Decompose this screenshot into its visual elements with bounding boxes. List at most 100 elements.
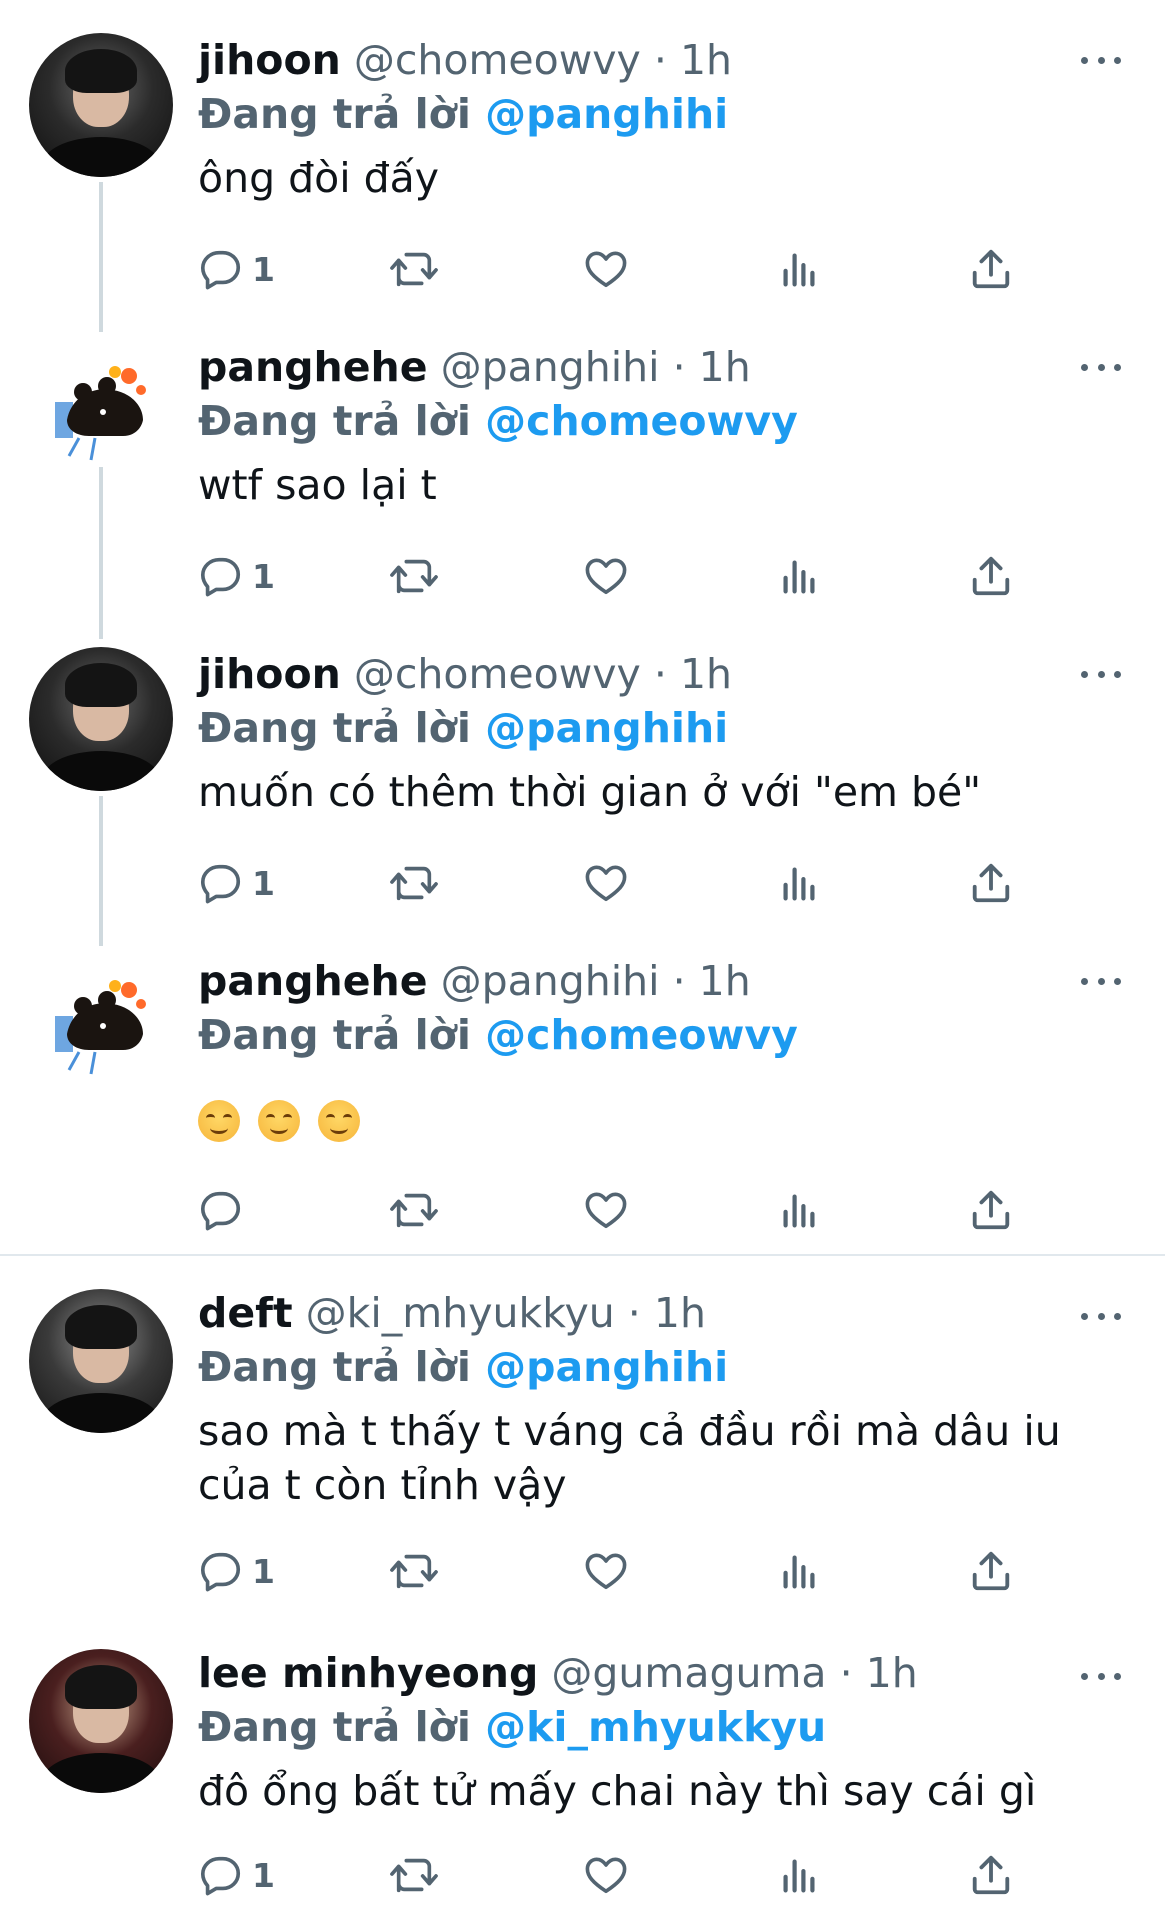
- views-button[interactable]: [776, 551, 822, 601]
- separator-dot: ·: [627, 1289, 641, 1337]
- tweet-header: panghehe @panghihi · 1h: [198, 340, 1135, 394]
- more-options-icon[interactable]: [1081, 971, 1121, 991]
- display-name[interactable]: panghehe: [198, 957, 428, 1005]
- display-name[interactable]: deft: [198, 1289, 293, 1337]
- tweet-emojis: [198, 1100, 1135, 1142]
- retweet-icon: [390, 1193, 438, 1228]
- retweet-button[interactable]: [388, 1850, 440, 1900]
- more-options-icon[interactable]: [1081, 50, 1121, 70]
- action-bar: 1: [198, 244, 1058, 294]
- action-bar: 1: [198, 551, 1058, 601]
- user-handle[interactable]: @ki_mhyukkyu: [306, 1289, 615, 1337]
- smiling-face-icon: [198, 1100, 240, 1142]
- views-button[interactable]: [776, 1850, 822, 1900]
- like-button[interactable]: [583, 244, 629, 294]
- reply-count: 1: [252, 1551, 275, 1591]
- reply-count: 1: [252, 249, 275, 289]
- avatar[interactable]: [29, 33, 173, 177]
- like-button[interactable]: [583, 1546, 629, 1596]
- share-icon: [972, 556, 1010, 596]
- retweet-button[interactable]: [388, 1185, 440, 1235]
- tweet-text: đô ổng bất tử mấy chai này thì say cái g…: [198, 1767, 1037, 1815]
- comment-icon: [200, 1856, 241, 1896]
- replying-to-mention[interactable]: @panghihi: [485, 704, 728, 752]
- reply-button[interactable]: 1: [198, 244, 275, 294]
- reply-tweet[interactable]: lee minhyeong @gumaguma · 1h Đang trả lờ…: [0, 1616, 1165, 1920]
- user-handle[interactable]: @chomeowvy: [354, 36, 641, 84]
- timestamp[interactable]: 1h: [699, 957, 751, 1005]
- share-button[interactable]: [968, 1546, 1014, 1596]
- reply-button[interactable]: 1: [198, 1850, 275, 1900]
- share-button[interactable]: [968, 551, 1014, 601]
- like-button[interactable]: [583, 1850, 629, 1900]
- like-button[interactable]: [583, 858, 629, 908]
- avatar[interactable]: [29, 1289, 173, 1433]
- bear-sticker-icon: [55, 366, 146, 461]
- retweet-button[interactable]: [388, 858, 440, 908]
- display-name[interactable]: lee minhyeong: [198, 1649, 538, 1697]
- reply-count: 1: [252, 1855, 275, 1895]
- share-button[interactable]: [968, 1850, 1014, 1900]
- more-options-icon[interactable]: [1081, 1306, 1121, 1326]
- reply-tweet[interactable]: jihoon @chomeowvy · 1h Đang trả lời @pan…: [0, 0, 1165, 332]
- display-name[interactable]: jihoon: [198, 36, 341, 84]
- avatar[interactable]: [29, 1649, 173, 1793]
- timestamp[interactable]: 1h: [680, 36, 732, 84]
- comment-icon: [200, 557, 241, 597]
- display-name[interactable]: panghehe: [198, 343, 428, 391]
- reply-button[interactable]: 1: [198, 551, 275, 601]
- like-button[interactable]: [583, 551, 629, 601]
- avatar[interactable]: [29, 340, 173, 484]
- heart-icon: [585, 1553, 627, 1590]
- replying-to-label: Đang trả lời @chomeowvy: [198, 1008, 1135, 1062]
- replying-to-label: Đang trả lời @chomeowvy: [198, 394, 1135, 448]
- reply-tweet[interactable]: panghehe @panghihi · 1h Đang trả lời @ch…: [0, 307, 1165, 639]
- separator-dot: ·: [839, 1649, 853, 1697]
- replying-to-mention[interactable]: @chomeowvy: [485, 1011, 798, 1059]
- timestamp[interactable]: 1h: [654, 1289, 706, 1337]
- smiling-face-icon: [318, 1100, 360, 1142]
- display-name[interactable]: jihoon: [198, 650, 341, 698]
- user-handle[interactable]: @panghihi: [441, 343, 660, 391]
- reply-tweet[interactable]: deft @ki_mhyukkyu · 1h Đang trả lời @pan…: [0, 1256, 1165, 1616]
- retweet-button[interactable]: [388, 1546, 440, 1596]
- analytics-icon: [783, 1555, 815, 1589]
- reply-button[interactable]: 1: [198, 858, 275, 908]
- action-bar: 1: [198, 858, 1058, 908]
- reply-tweet[interactable]: panghehe @panghihi · 1h Đang trả lời @ch…: [0, 921, 1165, 1254]
- timestamp[interactable]: 1h: [680, 650, 732, 698]
- user-handle[interactable]: @chomeowvy: [354, 650, 641, 698]
- heart-icon: [585, 558, 627, 595]
- tweet-header: jihoon @chomeowvy · 1h: [198, 647, 1135, 701]
- retweet-button[interactable]: [388, 244, 440, 294]
- more-options-icon[interactable]: [1081, 664, 1121, 684]
- retweet-button[interactable]: [388, 551, 440, 601]
- reply-button[interactable]: [198, 1185, 252, 1235]
- replying-prefix: Đang trả lời: [198, 397, 471, 445]
- like-button[interactable]: [583, 1185, 629, 1235]
- share-button[interactable]: [968, 858, 1014, 908]
- timestamp[interactable]: 1h: [866, 1649, 918, 1697]
- replying-to-mention[interactable]: @chomeowvy: [485, 397, 798, 445]
- views-button[interactable]: [776, 1546, 822, 1596]
- more-options-icon[interactable]: [1081, 1666, 1121, 1686]
- replying-to-mention[interactable]: @panghihi: [485, 90, 728, 138]
- share-button[interactable]: [968, 1185, 1014, 1235]
- user-handle[interactable]: @panghihi: [441, 957, 660, 1005]
- more-options-icon[interactable]: [1081, 357, 1121, 377]
- separator-dot: ·: [672, 343, 686, 391]
- avatar[interactable]: [29, 647, 173, 791]
- timestamp[interactable]: 1h: [699, 343, 751, 391]
- replying-to-mention[interactable]: @panghihi: [485, 1343, 728, 1391]
- share-icon: [972, 1855, 1010, 1895]
- tweet-text: sao mà t thấy t váng cả đầu rồi mà dâu i…: [198, 1404, 1135, 1512]
- views-button[interactable]: [776, 858, 822, 908]
- avatar[interactable]: [29, 954, 173, 1098]
- reply-button[interactable]: 1: [198, 1546, 275, 1596]
- views-button[interactable]: [776, 244, 822, 294]
- replying-to-mention[interactable]: @ki_mhyukkyu: [485, 1703, 826, 1751]
- user-handle[interactable]: @gumaguma: [551, 1649, 826, 1697]
- share-button[interactable]: [968, 244, 1014, 294]
- reply-tweet[interactable]: jihoon @chomeowvy · 1h Đang trả lời @pan…: [0, 614, 1165, 946]
- views-button[interactable]: [776, 1185, 822, 1235]
